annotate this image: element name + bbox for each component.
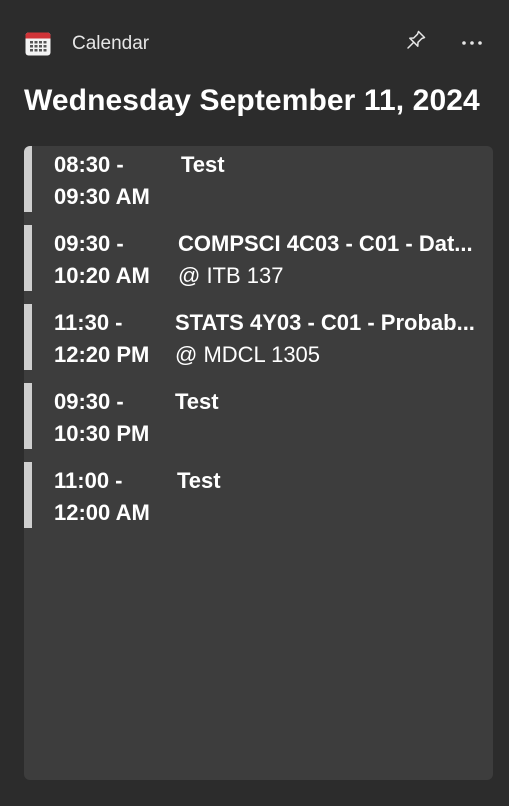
pin-icon — [405, 29, 427, 56]
event-item[interactable]: 08:30 - 09:30 AM Test — [24, 146, 493, 212]
event-location: @ ITB 137 — [178, 263, 284, 288]
calendar-widget: Calendar Wednesday September 11, 2024 08… — [0, 0, 509, 806]
event-time: 11:30 - 12:20 PM — [54, 307, 149, 371]
event-title: STATS 4Y03 - C01 - Probab... — [175, 310, 475, 335]
more-icon — [461, 33, 483, 51]
event-item[interactable]: 09:30 - 10:30 PM Test — [24, 383, 493, 449]
event-time-start: 09:30 - — [54, 231, 124, 256]
event-title: Test — [177, 468, 221, 493]
event-time-start: 11:30 - — [54, 310, 123, 335]
date-heading: Wednesday September 11, 2024 — [24, 84, 480, 117]
event-location: @ MDCL 1305 — [175, 342, 321, 367]
pin-button[interactable] — [402, 28, 430, 56]
widget-header: Calendar — [0, 0, 509, 86]
events-list: 08:30 - 09:30 AM Test 09:30 - 10:20 AM C… — [24, 146, 493, 780]
event-item[interactable]: 11:00 - 12:00 AM Test — [24, 462, 493, 528]
event-time-end: 09:30 AM — [54, 184, 150, 209]
event-time-end: 10:30 PM — [54, 421, 150, 446]
event-item[interactable]: 09:30 - 10:20 AM COMPSCI 4C03 - C01 - Da… — [24, 225, 493, 291]
more-options-button[interactable] — [458, 28, 486, 56]
event-color-bar — [24, 462, 32, 528]
calendar-icon — [25, 31, 51, 56]
event-time: 11:00 - 12:00 AM — [54, 465, 150, 529]
event-title: Test — [175, 389, 219, 414]
event-color-bar — [24, 383, 32, 449]
event-time: 09:30 - 10:20 AM — [54, 228, 150, 292]
event-time-end: 12:20 PM — [54, 342, 150, 367]
event-time-start: 11:00 - — [54, 468, 123, 493]
event-color-bar — [24, 146, 32, 212]
event-title: COMPSCI 4C03 - C01 - Dat... — [178, 231, 473, 256]
event-item[interactable]: 11:30 - 12:20 PM STATS 4Y03 - C01 - Prob… — [24, 304, 493, 370]
event-time: 09:30 - 10:30 PM — [54, 386, 149, 450]
event-color-bar — [24, 304, 32, 370]
event-time: 08:30 - 09:30 AM — [54, 149, 150, 213]
event-time-end: 12:00 AM — [54, 500, 150, 525]
event-title: Test — [181, 152, 225, 177]
event-time-start: 08:30 - — [54, 152, 124, 177]
event-color-bar — [24, 225, 32, 291]
app-title: Calendar — [72, 33, 150, 54]
event-time-end: 10:20 AM — [54, 263, 150, 288]
event-time-start: 09:30 - — [54, 389, 124, 414]
